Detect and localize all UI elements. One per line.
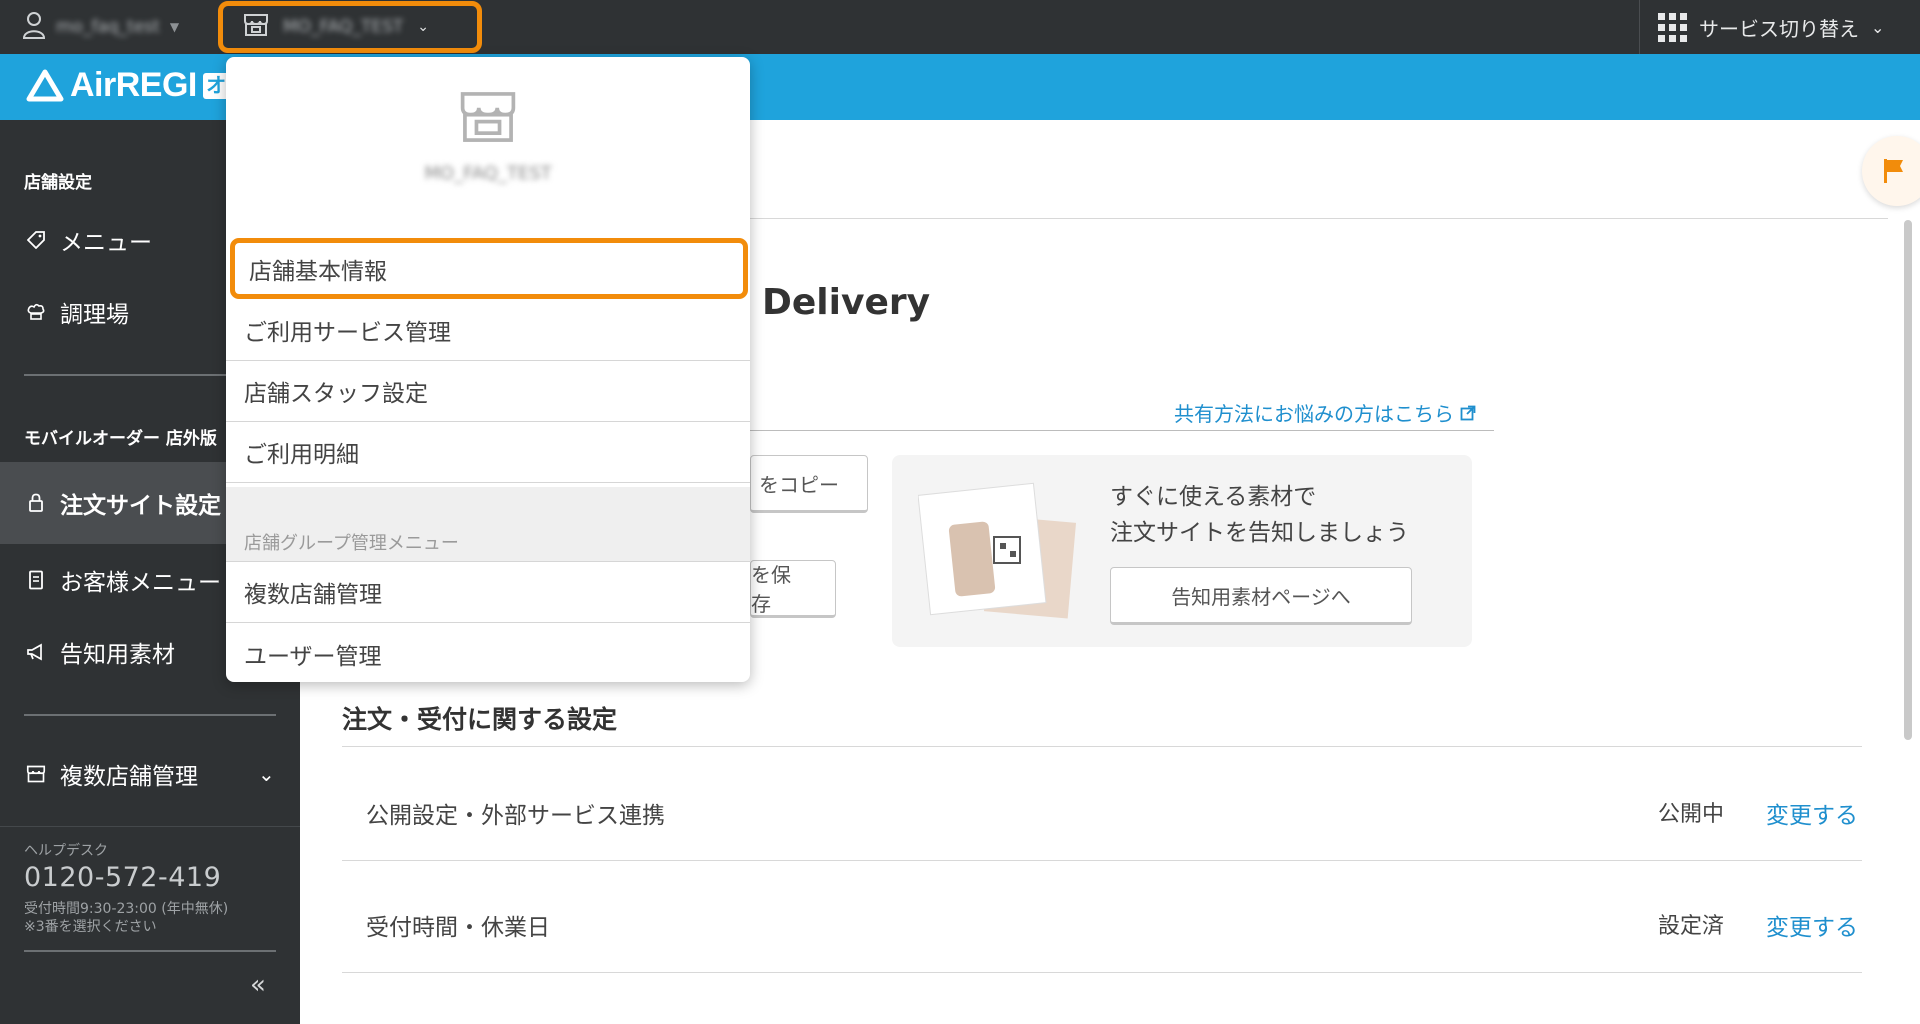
logo-mark-icon (26, 69, 64, 101)
share-help-link-label: 共有方法にお悩みの方はこちら (1174, 402, 1454, 426)
dropdown-group-header: 店舗グループ管理メニュー (226, 487, 750, 562)
promo-image (917, 479, 1078, 619)
menu-item-multi-store[interactable]: 複数店舗管理 (226, 562, 750, 623)
promo-materials-button[interactable]: 告知用素材ページへ (1110, 567, 1412, 625)
service-switch-label: サービス切り替え (1699, 16, 1859, 41)
setting-status-publish: 公開中 (1658, 802, 1725, 827)
logo-badge: オ (202, 72, 229, 99)
chef-hat-icon (26, 303, 46, 321)
sidebar-section-mobile-order: モバイルオーダー 店外版 (24, 429, 217, 449)
grid-icon (1658, 12, 1687, 42)
airregi-logo[interactable]: AirREGI オ (26, 66, 229, 105)
sidebar-section-store: 店舗設定 (24, 173, 92, 193)
menu-item-billing[interactable]: ご利用明細 (226, 422, 750, 483)
tag-icon (26, 231, 46, 249)
save-qr-button[interactable]: を保存 (750, 560, 836, 618)
sidebar-item-label: お客様メニュー (60, 570, 221, 596)
section-title: 注文・受付に関する設定 (342, 705, 618, 734)
collapse-sidebar-button[interactable]: « (250, 970, 266, 1000)
helpdesk-label: ヘルプデスク (24, 843, 108, 859)
promo-text-line-1: すぐに使える素材で (1110, 484, 1317, 510)
megaphone-icon (26, 643, 46, 661)
copy-url-button[interactable]: をコピー (750, 455, 868, 513)
change-publish-link[interactable]: 変更する (1766, 796, 1858, 830)
external-link-icon (1460, 402, 1476, 426)
change-hours-link[interactable]: 変更する (1766, 908, 1858, 942)
top-bar: mo_faq_test ▼ MO_FAQ_TEST ⌄ サービス切り替え ⌄ (0, 0, 1920, 54)
promo-card: すぐに使える素材で 注文サイトを告知しましょう 告知用素材ページへ (892, 455, 1472, 647)
sidebar-divider (24, 714, 276, 716)
store-dropdown-menu: MO_FAQ_TEST 店舗基本情報 ご利用サービス管理 店舗スタッフ設定 ご利… (226, 57, 750, 682)
flag-icon (1884, 159, 1903, 183)
row-divider (342, 972, 1862, 973)
row-divider (342, 860, 1862, 861)
sidebar-divider (24, 950, 276, 952)
service-switch-button[interactable]: サービス切り替え ⌄ (1639, 0, 1920, 54)
user-name: mo_faq_test (56, 17, 160, 37)
sidebar-item-label: メニュー (60, 230, 152, 256)
menu-item-store-basic-info[interactable]: 店舗基本情報 (230, 238, 748, 299)
chevron-down-icon: ⌄ (258, 762, 275, 786)
user-icon (22, 11, 46, 43)
setting-status-hours: 設定済 (1658, 914, 1725, 939)
page-title: Delivery (762, 282, 931, 323)
helpdesk-note: ※3番を選択ください (24, 919, 157, 935)
helpdesk-hours: 受付時間9:30-23:00 (年中無休) (24, 901, 229, 917)
share-help-link[interactable]: 共有方法にお悩みの方はこちら (1174, 398, 1476, 427)
store-icon (243, 13, 269, 41)
helpdesk-phone: 0120-572-419 (24, 862, 222, 893)
sidebar-item-label: 告知用素材 (60, 642, 175, 668)
sidebar-item-label: 複数店舗管理 (60, 764, 198, 790)
row-divider (342, 746, 1862, 747)
dropdown-store-name: MO_FAQ_TEST (424, 163, 552, 184)
share-divider (750, 430, 1494, 431)
promo-text-line-2: 注文サイトを告知しましょう (1110, 520, 1409, 546)
sidebar-item-label: 調理場 (60, 302, 129, 328)
chevron-down-icon: ⌄ (1871, 17, 1885, 37)
logo-text: AirREGI (70, 66, 197, 104)
sidebar-item-multi-store[interactable]: 複数店舗管理 ⌄ (0, 738, 300, 810)
store-switcher[interactable]: MO_FAQ_TEST ⌄ (218, 1, 482, 53)
sidebar-divider (0, 826, 300, 827)
setting-label-hours: 受付時間・休業日 (366, 915, 550, 941)
menu-item-service-management[interactable]: ご利用サービス管理 (226, 300, 750, 361)
menu-item-user-management[interactable]: ユーザー管理 (226, 623, 750, 682)
scrollbar[interactable] (1904, 220, 1912, 740)
store-name: MO_FAQ_TEST (283, 17, 404, 37)
setting-label-publish: 公開設定・外部サービス連携 (366, 803, 665, 829)
menu-card-icon (26, 570, 46, 590)
store-icon (458, 89, 518, 149)
promo-text: すぐに使える素材で 注文サイトを告知しましょう (1110, 479, 1409, 551)
chevron-down-icon: ▼ (169, 20, 180, 34)
user-menu[interactable]: mo_faq_test ▼ (22, 0, 179, 54)
flag-button[interactable] (1862, 136, 1920, 206)
sidebar-item-label: 注文サイト設定 (60, 493, 221, 519)
chevron-down-icon: ⌄ (417, 19, 430, 35)
lock-icon (26, 493, 46, 513)
store-icon (26, 765, 46, 783)
group-label: 店舗グループ管理メニュー (244, 533, 459, 554)
menu-item-staff-settings[interactable]: 店舗スタッフ設定 (226, 361, 750, 422)
